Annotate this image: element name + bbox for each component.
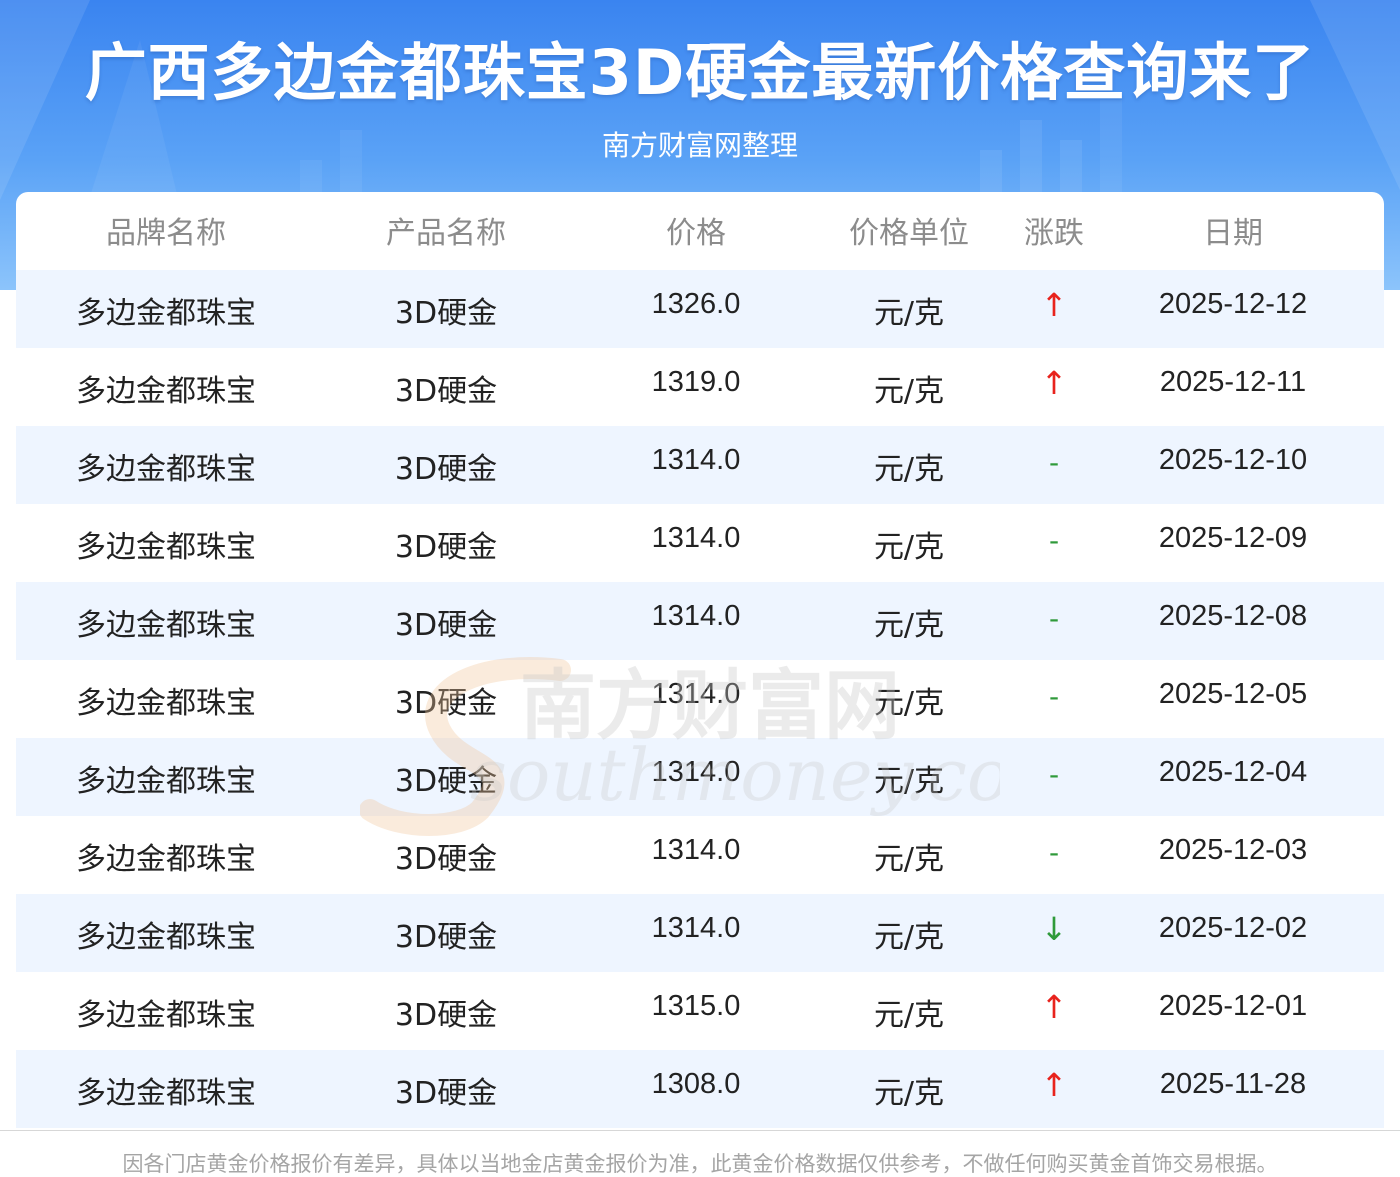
column-header-product: 产品名称 (386, 216, 506, 251)
cell-date: 2025-12-08 (1158, 600, 1308, 632)
cell-date: 2025-12-12 (1158, 288, 1308, 320)
cell-product: 3D硬金 (394, 374, 498, 409)
dash-icon: - (1048, 680, 1060, 713)
cell-unit: 元/克 (873, 452, 945, 487)
cell-brand: 多边金都珠宝 (76, 374, 256, 409)
column-header-brand: 品牌名称 (106, 216, 226, 251)
cell-price: 1314.0 (651, 600, 741, 632)
column-header-date: 日期 (1203, 216, 1263, 251)
cell-unit: 元/克 (873, 1076, 945, 1111)
cell-date: 2025-11-28 (1159, 1068, 1307, 1100)
table-row: 多边金都珠宝 3D硬金 1314.0 元/克 2025-12-08 - (16, 582, 1384, 660)
column-header-price: 价格 (666, 216, 726, 251)
cell-date: 2025-12-11 (1159, 366, 1307, 398)
cell-brand: 多边金都珠宝 (76, 452, 256, 487)
dash-icon: - (1048, 602, 1060, 635)
cell-price: 1314.0 (651, 756, 741, 788)
cell-brand: 多边金都珠宝 (76, 998, 256, 1033)
table-header: 品牌名称 产品名称 价格 价格单位 涨跌 日期 (16, 192, 1384, 270)
cell-date: 2025-12-04 (1158, 756, 1308, 788)
cell-brand: 多边金都珠宝 (76, 530, 256, 565)
arrow-up-icon: ↑ (1040, 364, 1068, 402)
cell-unit: 元/克 (873, 842, 945, 877)
dash-icon: - (1048, 758, 1060, 791)
cell-unit: 元/克 (873, 764, 945, 799)
dash-icon: - (1048, 524, 1060, 557)
cell-product: 3D硬金 (394, 1076, 498, 1111)
cell-date: 2025-12-05 (1158, 678, 1308, 710)
price-table: 品牌名称 产品名称 价格 价格单位 涨跌 日期 多边金都珠宝 3D硬金 1326.0… (16, 192, 1384, 1132)
cell-unit: 元/克 (873, 686, 945, 721)
cell-product: 3D硬金 (394, 842, 498, 877)
table-row: 多边金都珠宝 3D硬金 1314.0 元/克 2025-12-05 - (16, 660, 1384, 738)
cell-unit: 元/克 (873, 374, 945, 409)
cell-price: 1314.0 (651, 834, 741, 866)
cell-product: 3D硬金 (394, 920, 498, 955)
cell-date: 2025-12-09 (1158, 522, 1308, 554)
cell-price: 1319.0 (651, 366, 741, 398)
cell-product: 3D硬金 (394, 998, 498, 1033)
cell-product: 3D硬金 (394, 686, 498, 721)
cell-price: 1314.0 (651, 522, 741, 554)
table-row: 多边金都珠宝 3D硬金 1314.0 元/克 2025-12-10 - (16, 426, 1384, 504)
cell-price: 1326.0 (651, 288, 741, 320)
footer-divider (0, 1130, 1400, 1131)
cell-date: 2025-12-10 (1158, 444, 1308, 476)
cell-brand: 多边金都珠宝 (76, 686, 256, 721)
cell-brand: 多边金都珠宝 (76, 608, 256, 643)
table-row: 多边金都珠宝 3D硬金 1314.0 元/克 2025-12-03 - (16, 816, 1384, 894)
table-row: 多边金都珠宝 3D硬金 1314.0 元/克 2025-12-09 - (16, 504, 1384, 582)
cell-unit: 元/克 (873, 530, 945, 565)
cell-product: 3D硬金 (394, 608, 498, 643)
table-row: 多边金都珠宝 3D硬金 1308.0 元/克 2025-11-28 ↑ (16, 1050, 1384, 1128)
cell-unit: 元/克 (873, 920, 945, 955)
cell-brand: 多边金都珠宝 (76, 1076, 256, 1111)
dash-icon: - (1048, 446, 1060, 479)
cell-brand: 多边金都珠宝 (76, 296, 256, 331)
arrow-down-icon: ↓ (1040, 910, 1068, 948)
cell-product: 3D硬金 (394, 530, 498, 565)
cell-unit: 元/克 (873, 608, 945, 643)
cell-brand: 多边金都珠宝 (76, 764, 256, 799)
table-row: 多边金都珠宝 3D硬金 1326.0 元/克 2025-12-12 ↑ (16, 270, 1384, 348)
cell-price: 1314.0 (651, 678, 741, 710)
arrow-up-icon: ↑ (1040, 988, 1068, 1026)
cell-price: 1308.0 (651, 1068, 741, 1100)
table-row: 多边金都珠宝 3D硬金 1314.0 元/克 2025-12-04 - (16, 738, 1384, 816)
column-header-unit: 价格单位 (849, 216, 969, 251)
cell-product: 3D硬金 (394, 296, 498, 331)
page-subtitle: 南方财富网整理 (601, 129, 798, 162)
page-title: 广西多边金都珠宝3D硬金最新价格查询来了 (84, 36, 1316, 109)
cell-date: 2025-12-01 (1158, 990, 1308, 1022)
cell-unit: 元/克 (873, 998, 945, 1033)
table-row: 多边金都珠宝 3D硬金 1314.0 元/克 2025-12-02 ↓ (16, 894, 1384, 972)
cell-price: 1315.0 (651, 990, 741, 1022)
dash-icon: - (1048, 836, 1060, 869)
cell-date: 2025-12-03 (1158, 834, 1308, 866)
table-row: 多边金都珠宝 3D硬金 1315.0 元/克 2025-12-01 ↑ (16, 972, 1384, 1050)
cell-price: 1314.0 (651, 444, 741, 476)
arrow-up-icon: ↑ (1040, 1066, 1068, 1104)
cell-product: 3D硬金 (394, 452, 498, 487)
arrow-up-icon: ↑ (1040, 286, 1068, 324)
table-row: 多边金都珠宝 3D硬金 1319.0 元/克 2025-12-11 ↑ (16, 348, 1384, 426)
cell-date: 2025-12-02 (1158, 912, 1308, 944)
cell-unit: 元/克 (873, 296, 945, 331)
cell-price: 1314.0 (651, 912, 741, 944)
column-header-change: 涨跌 (1024, 216, 1084, 251)
cell-brand: 多边金都珠宝 (76, 920, 256, 955)
footer-disclaimer: 因各门店黄金价格报价有差异，具体以当地金店黄金报价为准，此黄金价格数据仅供参考，… (122, 1152, 1278, 1176)
cell-product: 3D硬金 (394, 764, 498, 799)
cell-brand: 多边金都珠宝 (76, 842, 256, 877)
